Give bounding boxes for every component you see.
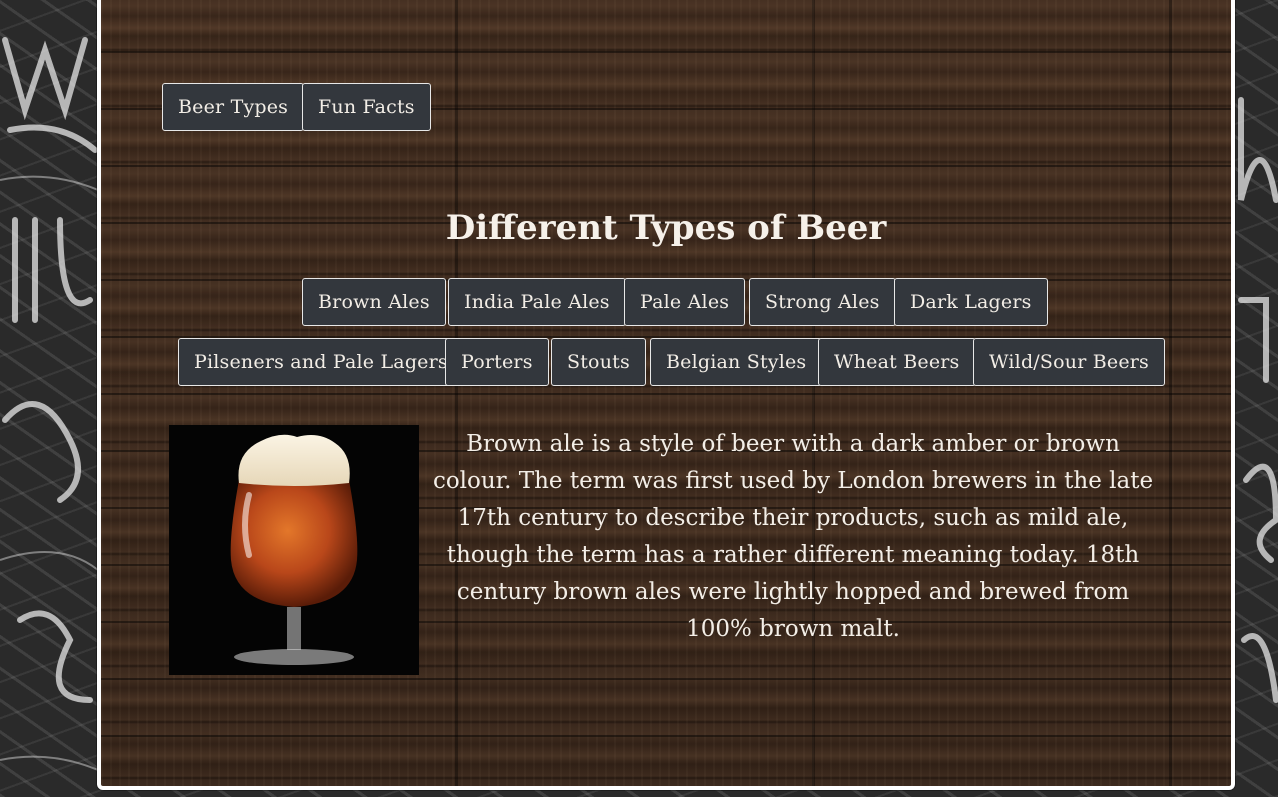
nav-fun-facts-button[interactable]: Fun Facts xyxy=(302,83,431,131)
beer-description-text: Brown ale is a style of beer with a dark… xyxy=(432,431,1154,642)
chalk-lettering-art xyxy=(1238,97,1278,703)
beer-type-button-pilseners[interactable]: Pilseners and Pale Lagers xyxy=(178,338,464,386)
nav-beer-types-button[interactable]: Beer Types xyxy=(162,83,305,131)
beer-type-button-india-pale-ales[interactable]: India Pale Ales xyxy=(448,278,626,326)
beer-type-button-porters[interactable]: Porters xyxy=(445,338,549,386)
beer-type-button-stouts[interactable]: Stouts xyxy=(551,338,646,386)
chalkboard-background-right xyxy=(1236,0,1278,797)
beer-type-button-dark-lagers[interactable]: Dark Lagers xyxy=(894,278,1048,326)
brown-ale-glass-image xyxy=(169,425,419,675)
main-content-frame: Beer Types Fun Facts Different Types of … xyxy=(97,0,1235,790)
chalkboard-background-left xyxy=(0,0,98,797)
beer-type-button-wild-sour-beers[interactable]: Wild/Sour Beers xyxy=(973,338,1166,386)
page-title: Different Types of Beer xyxy=(445,208,887,248)
beer-type-button-pale-ales[interactable]: Pale Ales xyxy=(624,278,746,326)
beer-type-button-brown-ales[interactable]: Brown Ales xyxy=(302,278,446,326)
chalk-lettering-art xyxy=(0,37,98,771)
beer-type-button-strong-ales[interactable]: Strong Ales xyxy=(749,278,896,326)
beer-type-button-wheat-beers[interactable]: Wheat Beers xyxy=(818,338,976,386)
beer-type-button-belgian-styles[interactable]: Belgian Styles xyxy=(650,338,823,386)
